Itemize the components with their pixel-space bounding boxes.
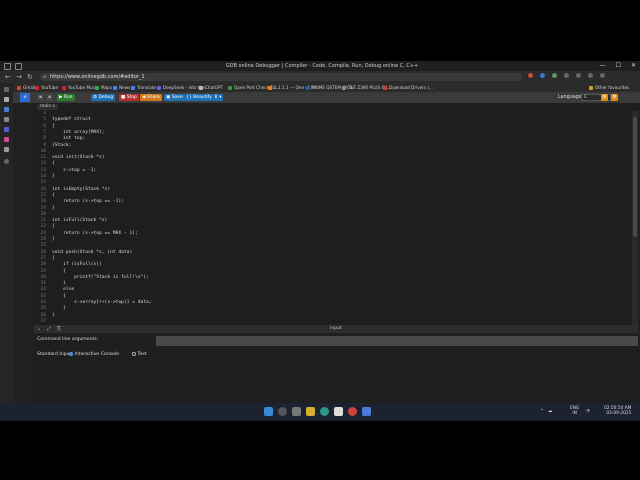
- store-icon[interactable]: [334, 407, 343, 416]
- command-line-input[interactable]: [156, 336, 638, 346]
- radio-selected-icon: [69, 352, 73, 356]
- bookmark-item[interactable]: Download Drivers |...: [383, 85, 433, 90]
- url-input[interactable]: ⌂ https://www.onlinegdb.com/#editor_1: [40, 73, 522, 81]
- address-bar: ← → ↻ ⌂ https://www.onlinegdb.com/#edito…: [0, 71, 640, 83]
- radio-icon: [132, 352, 136, 356]
- minimize-button[interactable]: —: [600, 62, 606, 69]
- folder-icon: [589, 85, 593, 90]
- upload-button[interactable]: ▪: [46, 94, 54, 101]
- screen: GDB online Debugger | Compiler - Code, C…: [0, 61, 640, 421]
- scrollbar-thumb[interactable]: [633, 117, 637, 237]
- copy-icon[interactable]: ⎘: [57, 326, 61, 332]
- bookmark-item[interactable]: ChatGPT: [199, 85, 223, 90]
- radio-text[interactable]: Text: [132, 352, 147, 357]
- bookmark-item[interactable]: Gmail: [17, 85, 35, 90]
- reload-button[interactable]: ↻: [27, 73, 33, 81]
- bookmark-item[interactable]: YouTube: [35, 85, 58, 90]
- radio-interactive-console[interactable]: Interactive Console: [69, 352, 119, 357]
- sidebar-icon[interactable]: [4, 117, 9, 122]
- task-view-icon[interactable]: [292, 407, 301, 416]
- title-bar: GDB online Debugger | Compiler - Code, C…: [0, 61, 640, 71]
- search-icon[interactable]: [278, 407, 287, 416]
- bookmark-item[interactable]: YouTube Music: [62, 85, 98, 90]
- sidebar-icon[interactable]: [4, 137, 9, 142]
- gear-icon[interactable]: ⚙: [611, 94, 618, 101]
- favicon-icon: [228, 85, 232, 90]
- back-button[interactable]: ←: [5, 73, 11, 81]
- other-favourites[interactable]: Other favourites: [589, 85, 629, 90]
- favicon-icon: [113, 85, 117, 90]
- input-tab[interactable]: input: [330, 326, 342, 332]
- download-button[interactable]: ⬇ ▾: [212, 94, 224, 101]
- sidebar-icon[interactable]: [4, 107, 9, 112]
- extension-icon[interactable]: [552, 73, 557, 78]
- app-toolbar: ⚡ ▪ ▪ ▶ Run ⚙ Debug ■ Stop ◀ Share ▣ Sav…: [13, 92, 640, 103]
- bookmark-item[interactable]: Maps: [95, 85, 112, 90]
- file-explorer-icon[interactable]: [306, 407, 315, 416]
- editor-scrollbar[interactable]: [632, 111, 638, 325]
- favicon-icon: [342, 85, 346, 90]
- tab-main-c[interactable]: main.c: [37, 104, 59, 110]
- save-button[interactable]: ▣ Save: [164, 94, 185, 101]
- sidebar-icon[interactable]: [4, 147, 9, 152]
- beautify-button[interactable]: {} Beautify: [184, 94, 214, 101]
- tray-chevron-icon[interactable]: ^: [540, 409, 544, 414]
- code-editor[interactable]: 4 5 typedef struct 6{7 int array[MAX]; 8 int…: [34, 111, 632, 325]
- add-icon[interactable]: [4, 159, 9, 164]
- share-button[interactable]: ◀ Share: [140, 94, 162, 101]
- chrome-icon[interactable]: [348, 407, 357, 416]
- app-icon[interactable]: [362, 407, 371, 416]
- favicon-icon: [62, 85, 66, 90]
- close-button[interactable]: ✕: [631, 62, 636, 69]
- sidebar-icon[interactable]: [4, 87, 9, 92]
- edge-icon[interactable]: [320, 407, 329, 416]
- window-title: GDB online Debugger | Compiler - Code, C…: [225, 63, 419, 69]
- onlinegdb-logo[interactable]: ⚡: [20, 93, 30, 102]
- bookmark-item[interactable]: News: [113, 85, 130, 90]
- clock[interactable]: 02:50:50 AM 03-09-2025: [604, 406, 631, 416]
- wifi-icon[interactable]: ◔: [586, 409, 590, 414]
- favicon-icon: [35, 85, 39, 90]
- favicon-icon: [306, 85, 310, 90]
- cloud-icon[interactable]: ☁: [548, 409, 552, 414]
- extension-icon[interactable]: [540, 73, 545, 78]
- file-tab-bar: main.c: [34, 103, 640, 111]
- io-panel: Command line arguments: Standard Input: …: [34, 333, 638, 403]
- favorites-icon[interactable]: [564, 73, 569, 78]
- favicon-icon: [268, 85, 272, 90]
- favicon-icon: [131, 85, 135, 90]
- download-icon: ⬇ ▾: [214, 95, 222, 100]
- extension-icon[interactable]: [528, 73, 533, 78]
- favicon-icon: [199, 85, 203, 90]
- favicon-icon: [383, 85, 387, 90]
- chevron-down-icon[interactable]: ⌄: [37, 326, 41, 332]
- settings-gear-icon[interactable]: ⚙: [601, 94, 608, 101]
- command-line-label: Command line arguments:: [37, 337, 99, 342]
- windows-start-icon[interactable]: [264, 407, 273, 416]
- profile-icon[interactable]: [588, 73, 593, 78]
- maximize-button[interactable]: ☐: [616, 62, 621, 69]
- url-text: https://www.onlinegdb.com/#editor_1: [50, 74, 145, 80]
- browser-sidebar: [0, 83, 13, 403]
- run-button[interactable]: ▶ Run: [57, 94, 75, 101]
- io-panel-header: ⌄ ⤢ ⎘ input: [34, 325, 638, 333]
- bookmark-item[interactable]: Translate: [131, 85, 156, 90]
- favicon-icon: [95, 85, 99, 90]
- stop-button[interactable]: ■ Stop: [119, 94, 139, 101]
- new-file-button[interactable]: ▪: [37, 94, 45, 101]
- lock-icon: ⌂: [43, 74, 47, 80]
- favicon-icon: [17, 85, 21, 90]
- sidebar-icon[interactable]: [4, 127, 9, 132]
- standard-input-label: Standard Input:: [37, 352, 73, 357]
- forward-button[interactable]: →: [16, 73, 22, 81]
- language-indicator[interactable]: ENG IN: [570, 406, 579, 416]
- taskbar: ^ ☁ ENG IN ◔ 02:50:50 AM 03-09-2025: [0, 403, 640, 421]
- expand-icon[interactable]: ⤢: [47, 326, 51, 332]
- more-icon[interactable]: [600, 73, 605, 78]
- language-label: Language: [558, 95, 582, 100]
- collections-icon[interactable]: [576, 73, 581, 78]
- favicon-icon: [157, 85, 161, 90]
- debug-button[interactable]: ⚙ Debug: [91, 94, 116, 101]
- sidebar-icon[interactable]: [4, 97, 9, 102]
